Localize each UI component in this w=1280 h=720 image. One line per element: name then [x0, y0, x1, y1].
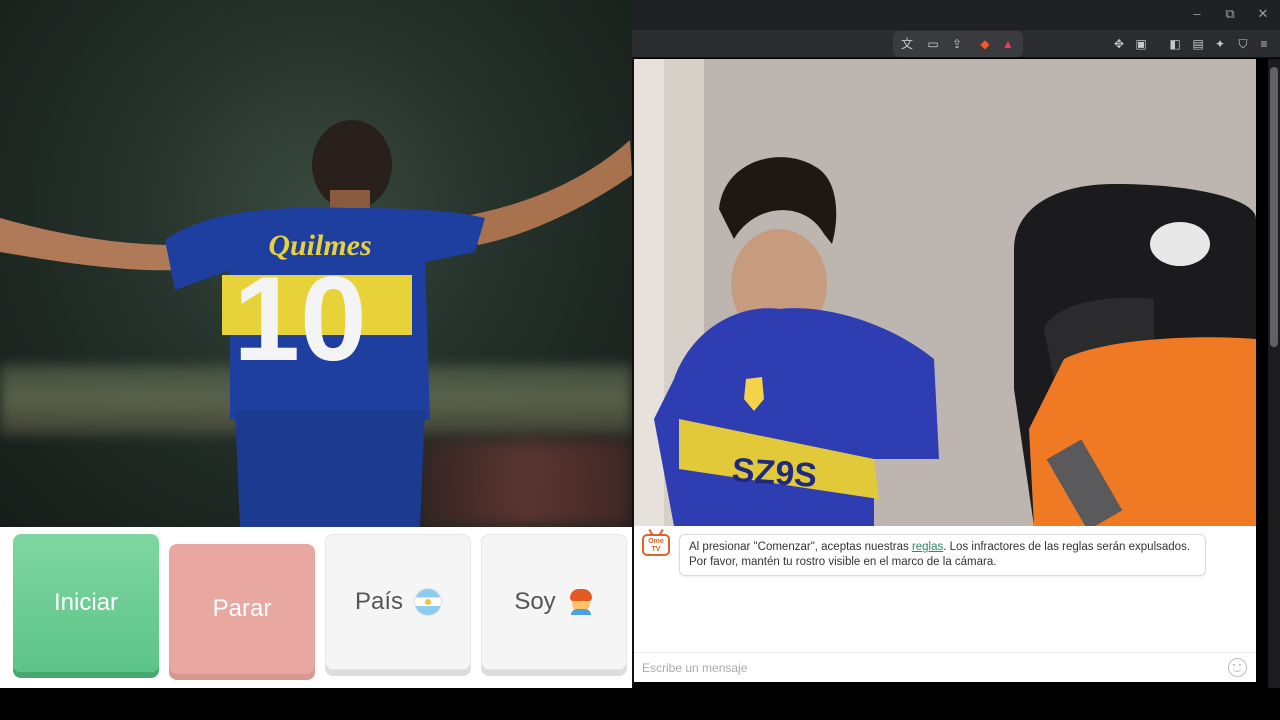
- restore-button[interactable]: ⧉: [1221, 6, 1239, 22]
- ometv-logo-icon: Ome TV: [642, 534, 670, 556]
- sidebar-icon[interactable]: ◧: [1167, 36, 1183, 52]
- page-scrollbar[interactable]: [1268, 59, 1280, 689]
- rules-link[interactable]: reglas: [912, 541, 943, 553]
- chat-input-bar: [634, 652, 1256, 682]
- menu-icon[interactable]: ≡: [1256, 36, 1272, 52]
- message-text-start: Al presionar "Comenzar", aceptas nuestra…: [689, 541, 912, 553]
- stop-button[interactable]: Parar: [169, 544, 315, 674]
- cast-icon[interactable]: ▭: [925, 36, 941, 52]
- stranger-video-right: SZ9S: [634, 59, 1256, 526]
- vpn-icon[interactable]: ⛉: [1235, 36, 1251, 52]
- brave-rewards-icon[interactable]: ▲: [1000, 36, 1016, 52]
- partner-video-left: 10 Quilmes: [0, 0, 632, 527]
- chat-panel: Ome TV Al presionar "Comenzar", aceptas …: [634, 526, 1256, 682]
- start-button[interactable]: Iniciar: [13, 534, 159, 672]
- gender-selector-button[interactable]: Soy: [481, 534, 627, 670]
- svg-text:Quilmes: Quilmes: [268, 229, 371, 262]
- wallet-icon[interactable]: ▤: [1190, 36, 1206, 52]
- start-button-label: Iniciar: [53, 589, 119, 616]
- scrollbar-thumb[interactable]: [1270, 67, 1278, 347]
- boy-avatar-icon: [568, 589, 594, 615]
- translate-icon[interactable]: 文: [899, 36, 915, 52]
- taskbar-area: [0, 688, 1280, 720]
- country-selector-button[interactable]: País: [325, 534, 471, 670]
- svg-text:10: 10: [233, 252, 366, 386]
- football-player-image: 10 Quilmes: [0, 120, 632, 527]
- webcam-person-image: SZ9S: [634, 59, 1256, 526]
- svg-text:SZ9S: SZ9S: [731, 451, 818, 495]
- control-panel: Iniciar Parar País Soy: [0, 527, 632, 688]
- close-window-button[interactable]: ✕: [1254, 6, 1272, 22]
- emoji-icon[interactable]: [1228, 658, 1247, 677]
- argentina-flag-icon: [415, 589, 442, 615]
- brave-shields-icon[interactable]: ◆: [977, 36, 993, 52]
- leo-ai-icon[interactable]: ✦: [1212, 36, 1228, 52]
- gender-button-label: Soy: [514, 588, 556, 615]
- browser-titlebar: [632, 0, 1280, 30]
- country-button-label: País: [354, 588, 404, 615]
- minimize-button[interactable]: –: [1188, 6, 1206, 21]
- extensions-icon[interactable]: ✥: [1111, 36, 1127, 52]
- omegle-app: 10 Quilmes – ⧉ ✕ 文 ▭ ⇪ ◆ ▲ ✥ ▣ ◧ ▤ ✦ ⛉ ≡: [0, 0, 1280, 720]
- screenshot-icon[interactable]: ▣: [1133, 36, 1149, 52]
- system-message: Al presionar "Comenzar", aceptas nuestra…: [679, 534, 1206, 576]
- stop-button-label: Parar: [212, 595, 272, 622]
- message-input[interactable]: [642, 659, 1212, 677]
- share-icon[interactable]: ⇪: [949, 36, 965, 52]
